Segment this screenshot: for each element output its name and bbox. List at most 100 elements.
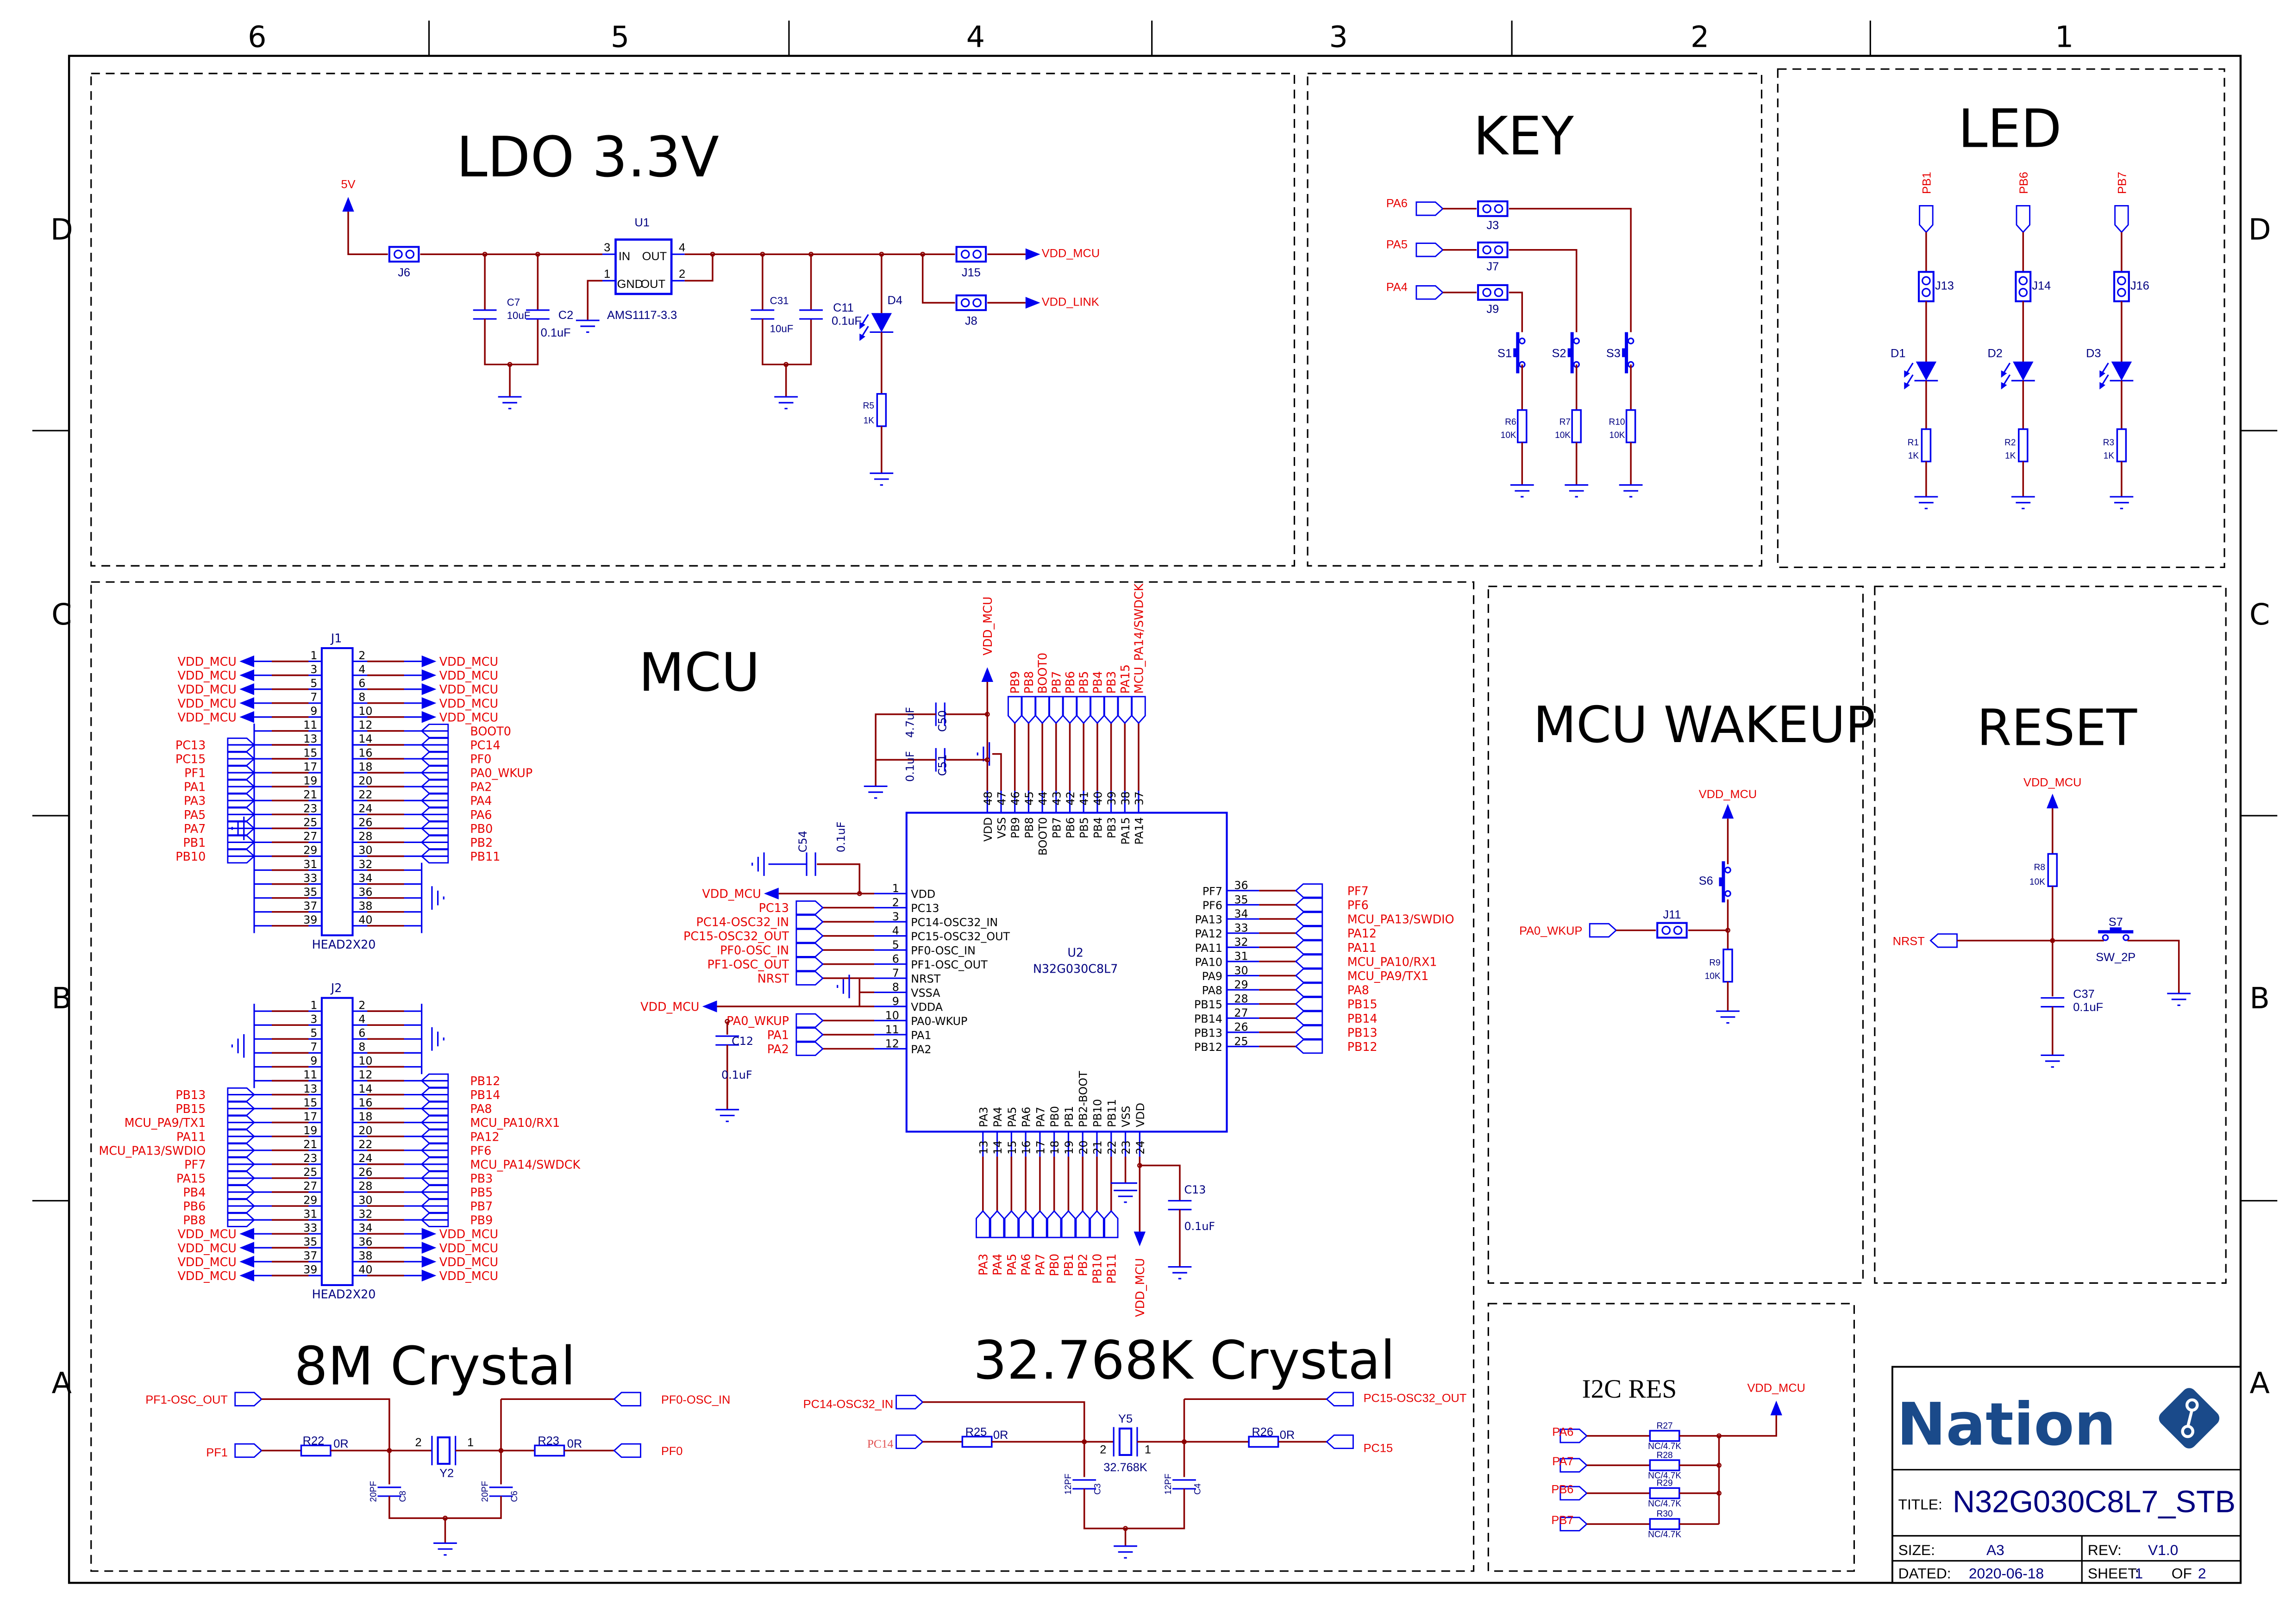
- label: D4: [888, 294, 902, 307]
- net-label: PC15: [1364, 1442, 1393, 1455]
- net-label: PF1: [206, 1446, 228, 1459]
- label: DATED:: [1898, 1565, 1951, 1582]
- net-label: PB8: [183, 1213, 206, 1227]
- pin-number: 8: [892, 981, 899, 993]
- pin-number: 31: [303, 858, 317, 871]
- net-label: PF7: [184, 1157, 206, 1171]
- pin-number: 12: [358, 718, 372, 731]
- column-label: 3: [1329, 20, 1347, 54]
- pin-name: PF1-OSC_OUT: [911, 958, 988, 971]
- net-label: VDD_MCU: [178, 710, 237, 724]
- pin-name: VDD: [1134, 1103, 1147, 1127]
- label: 12PF: [1164, 1474, 1173, 1495]
- label: C37: [2073, 988, 2095, 1001]
- pin-name: PB9: [1009, 817, 1022, 838]
- pin-name: PA1: [911, 1029, 931, 1042]
- pin-number: 33: [303, 1221, 317, 1234]
- switch-label: S2: [1552, 347, 1566, 360]
- label: R3: [2103, 438, 2114, 448]
- pin-name: PC13: [911, 902, 939, 915]
- pin-number: 35: [303, 886, 317, 899]
- pin-number: 32: [358, 858, 372, 871]
- pin-number: 22: [358, 788, 372, 801]
- pin-number: 13: [303, 1082, 317, 1095]
- label: 2: [1100, 1443, 1106, 1456]
- net-label: PB12: [1347, 1040, 1378, 1054]
- net-label: PB6: [2017, 172, 2030, 194]
- label: R23: [538, 1435, 559, 1448]
- pin-number: 21: [303, 1138, 317, 1151]
- pin-number: 13: [977, 1141, 990, 1155]
- net-label: VDD_MCU: [178, 1255, 237, 1269]
- net-label: MCU_PA14/SWDCK: [470, 1157, 581, 1171]
- pin-number: 30: [1234, 964, 1248, 977]
- pin-number: 4: [892, 924, 899, 937]
- net-label: VDD_MCU: [439, 710, 498, 724]
- label: C7: [507, 296, 520, 308]
- label: 4: [679, 241, 685, 254]
- pin-number: 25: [303, 1166, 317, 1179]
- jumper-label: J6: [398, 266, 410, 279]
- label: 2: [415, 1436, 422, 1449]
- net-label: PC14: [470, 738, 500, 752]
- resistor-icon: [2116, 428, 2127, 462]
- resistor-icon: [1625, 409, 1636, 443]
- label: TITLE:: [1898, 1496, 1942, 1512]
- pin-number: 19: [303, 1124, 317, 1137]
- net-label: PF7: [1347, 884, 1369, 898]
- label: 10uF: [507, 310, 531, 321]
- net-label: PB9: [1008, 671, 1022, 694]
- label: R10: [1609, 417, 1625, 427]
- pin-number: 38: [1119, 791, 1132, 805]
- net-label: PF1-OSC_OUT: [145, 1393, 228, 1406]
- label: OUT: [640, 278, 665, 291]
- label: Y2: [439, 1467, 454, 1480]
- label: 1K: [1908, 451, 1919, 461]
- pin-name: PB12: [1194, 1041, 1222, 1054]
- header-j1: [320, 647, 354, 937]
- label: OUT: [642, 250, 667, 263]
- net-label: NRST: [1893, 935, 1925, 948]
- label: 20PF: [480, 1481, 490, 1502]
- resistor-icon: [1571, 409, 1582, 443]
- pin-number: 6: [358, 1027, 365, 1040]
- pin-number: 3: [310, 663, 317, 676]
- net-label: PB5: [470, 1186, 493, 1199]
- pin-name: PB13: [1194, 1026, 1222, 1039]
- label: 12PF: [1064, 1474, 1073, 1495]
- net-label: PB4: [183, 1186, 206, 1199]
- net-label: PB15: [1347, 997, 1378, 1011]
- pin-number: 26: [1234, 1021, 1248, 1034]
- label: 10uF: [770, 323, 794, 334]
- net-label: PA7: [1552, 1455, 1573, 1468]
- pin-name: PB10: [1091, 1099, 1104, 1127]
- label: U1: [634, 216, 649, 229]
- schematic-sheet: 6 5 4 3 2 1D DC CB BA ALDO 3.3V5VJ6IN OUTGNDOUT3 41…: [0, 0, 2292, 1624]
- label: C12: [732, 1035, 753, 1048]
- label: SW_2P: [2096, 951, 2135, 964]
- label: 0.1uF: [832, 315, 862, 328]
- net-label: PF6: [1347, 898, 1369, 912]
- net-label: VDD_MCU: [2023, 776, 2081, 789]
- label: R9: [1709, 958, 1720, 968]
- pin-number: 25: [1234, 1035, 1248, 1048]
- pin-number: 4: [358, 663, 365, 676]
- pin-number: 15: [303, 1096, 317, 1109]
- resistor-icon: [1517, 409, 1528, 443]
- label: HEAD2X20: [312, 937, 376, 951]
- pin-number: 41: [1078, 791, 1091, 805]
- net-label: PB4: [1090, 671, 1104, 694]
- label: S7: [2109, 916, 2123, 929]
- net-label: VDD_MCU: [439, 1241, 498, 1255]
- net-label: MCU_PA10/RX1: [470, 1116, 560, 1130]
- net-label: PA12: [1347, 926, 1377, 940]
- label: J2: [330, 981, 342, 995]
- pin-number: 39: [1105, 791, 1118, 805]
- pin-number: 2: [358, 649, 365, 662]
- pin-number: 27: [1234, 1006, 1248, 1019]
- label: Y5: [1118, 1412, 1133, 1425]
- pin-number: 27: [303, 1180, 317, 1193]
- net-label: PA2: [767, 1042, 789, 1056]
- net-label: MCU_PA10/RX1: [1347, 955, 1437, 968]
- resistor-icon: [1921, 428, 1932, 462]
